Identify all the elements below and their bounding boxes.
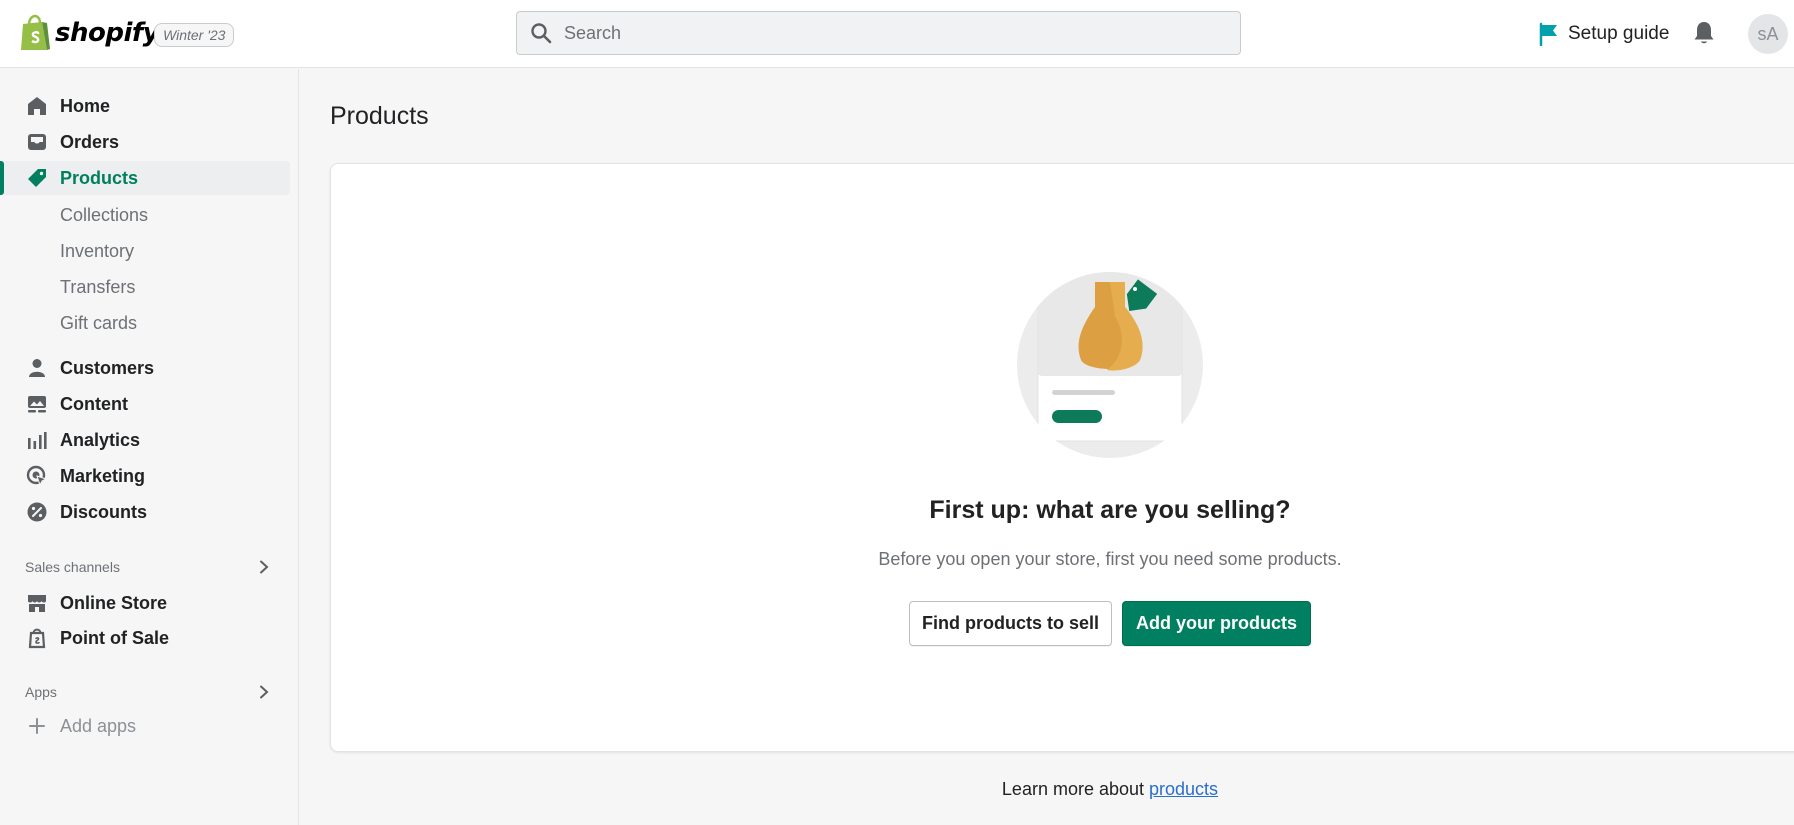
empty-state-description: Before you open your store, first you ne…: [878, 549, 1342, 569]
sidebar-subitem-inventory[interactable]: Inventory: [60, 241, 134, 262]
sidebar-item-home[interactable]: Home: [0, 89, 290, 123]
sidebar-item-label: Products: [60, 167, 139, 188]
learn-more-text: Learn more about products: [900, 779, 1320, 800]
sidebar-item-analytics[interactable]: Analytics: [0, 423, 290, 457]
sidebar-item-label: Discounts: [60, 501, 148, 522]
sidebar-item-point-of-sale[interactable]: Point of Sale: [0, 621, 290, 655]
sidebar-item-products[interactable]: Products: [0, 161, 290, 195]
learn-more-prefix: Learn more about: [1001, 779, 1150, 799]
sidebar-subitem-gift-cards[interactable]: Gift cards: [60, 313, 137, 334]
sidebar-item-label: Online Store: [60, 592, 168, 613]
sidebar-subitem-collections[interactable]: Collections: [60, 205, 148, 226]
target-icon: [26, 465, 48, 487]
active-indicator: [0, 161, 4, 195]
product-illustration: [1017, 272, 1203, 458]
sidebar-item-customers[interactable]: Customers: [0, 351, 290, 385]
flag-icon: [1539, 22, 1557, 46]
brand-wordmark: shopify: [55, 18, 160, 48]
setup-guide-label: Setup guide: [1568, 23, 1670, 44]
setup-guide-button[interactable]: Setup guide: [1538, 20, 1669, 48]
notifications-bell-icon[interactable]: [1692, 20, 1716, 46]
tag-icon: [28, 169, 46, 187]
sidebar-item-label: Customers: [60, 357, 155, 378]
apps-heading: Apps: [25, 684, 57, 700]
sidebar-item-label: Point of Sale: [60, 627, 170, 648]
page-title: Products: [330, 102, 429, 130]
sidebar-subitem-transfers[interactable]: Transfers: [60, 277, 135, 298]
image-icon: [28, 396, 46, 413]
pos-icon: [28, 628, 46, 649]
find-products-button[interactable]: Find products to sell: [909, 601, 1112, 646]
top-bar: shopify Winter '23 Setup guide sA: [0, 0, 1794, 68]
sidebar-item-label: Home: [60, 95, 111, 116]
shopify-logo[interactable]: shopify: [19, 14, 160, 52]
add-apps-button[interactable]: Add apps: [0, 709, 290, 743]
sidebar-nav: Home Orders Products Collections Invento…: [0, 69, 299, 825]
products-help-link[interactable]: products: [1149, 779, 1218, 799]
user-avatar[interactable]: sA: [1748, 14, 1788, 54]
sidebar-item-label: Analytics: [60, 429, 141, 450]
store-icon: [28, 595, 46, 612]
person-icon: [29, 359, 45, 377]
plus-icon: [29, 718, 45, 734]
sidebar-item-content[interactable]: Content: [0, 387, 290, 421]
sidebar-item-label: Marketing: [60, 465, 146, 486]
bar-chart-icon: [28, 432, 47, 449]
search-icon: [531, 23, 552, 44]
search-input[interactable]: [564, 22, 1164, 44]
sidebar-item-marketing[interactable]: Marketing: [0, 459, 290, 493]
edition-badge: Winter '23: [154, 23, 235, 47]
inbox-icon: [28, 134, 46, 150]
discount-icon: [27, 502, 47, 522]
sidebar-item-label: Orders: [60, 131, 120, 152]
sidebar-item-online-store[interactable]: Online Store: [0, 586, 290, 620]
chevron-right-icon[interactable]: [258, 560, 270, 574]
home-icon: [28, 97, 46, 115]
shopify-bag-icon: [21, 14, 50, 50]
search-bar[interactable]: [516, 11, 1241, 55]
sidebar-item-orders[interactable]: Orders: [0, 125, 290, 159]
empty-state-heading: First up: what are you selling?: [929, 496, 1291, 524]
add-apps-label: Add apps: [60, 716, 137, 736]
sidebar-item-discounts[interactable]: Discounts: [0, 495, 290, 529]
sidebar-item-label: Content: [60, 393, 128, 414]
sales-channels-heading: Sales channels: [25, 559, 120, 575]
add-products-button[interactable]: Add your products: [1122, 601, 1311, 646]
chevron-right-icon[interactable]: [258, 685, 270, 699]
